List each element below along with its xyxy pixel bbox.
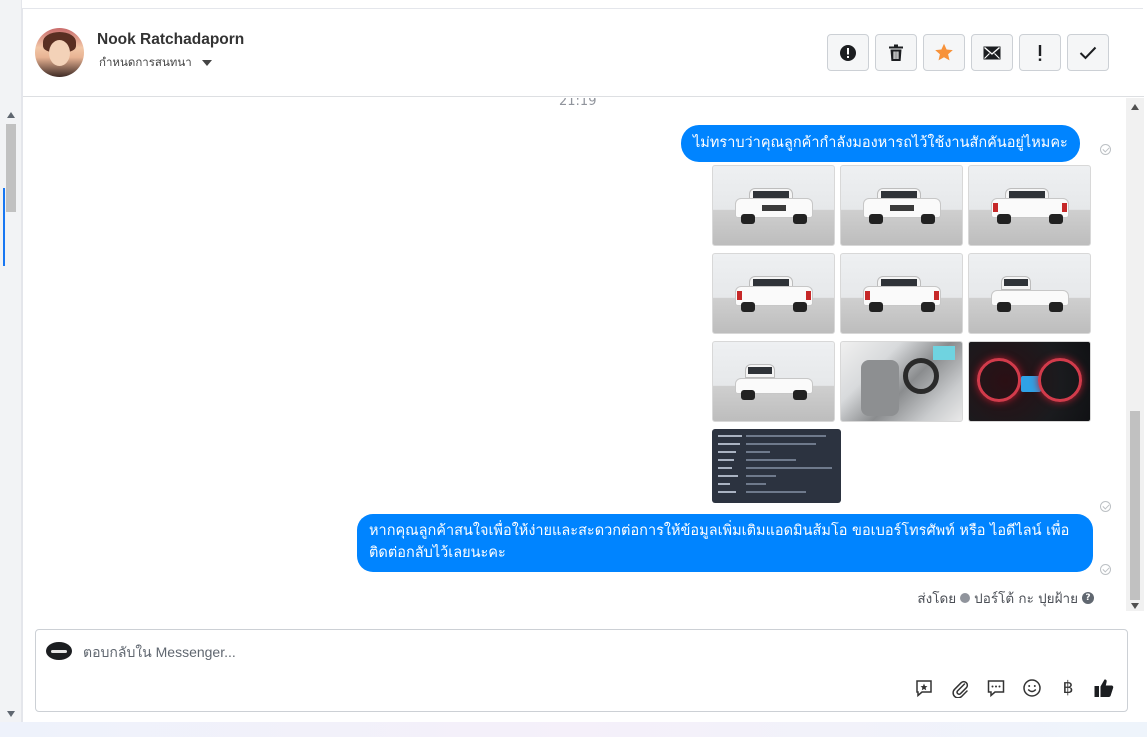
scroll-down-arrow-icon[interactable] <box>1131 603 1139 609</box>
conversation-header: Nook Ratchadaporn กำหนดการสนทนา <box>23 9 1144 97</box>
contact-name[interactable]: Nook Ratchadaporn <box>97 31 244 49</box>
car-photo[interactable] <box>840 341 963 422</box>
message-timestamp: 21:19 <box>559 98 597 109</box>
sent-by-name[interactable]: ปอร์โต้ กะ ปุยฝ้าย <box>974 587 1078 609</box>
thread-scrollbar[interactable] <box>1126 98 1144 611</box>
spam-icon <box>840 44 856 61</box>
smiley-icon <box>1023 679 1041 697</box>
caret-down-icon <box>201 60 212 66</box>
car-rear-image <box>863 276 941 312</box>
active-indicator <box>3 188 5 266</box>
steering-wheel-image <box>903 358 939 394</box>
scroll-up-arrow-icon[interactable] <box>1131 104 1139 110</box>
car-side-image <box>991 276 1069 312</box>
emoji-button[interactable] <box>1021 677 1043 699</box>
bottom-edge <box>0 722 1147 737</box>
mark-important-button[interactable] <box>1019 34 1061 71</box>
payment-button[interactable]: ฿ <box>1057 677 1079 699</box>
seen-check-icon <box>1100 501 1111 512</box>
reply-composer: ฿ <box>35 629 1128 712</box>
saved-reply-icon <box>916 680 932 698</box>
help-icon[interactable]: ? <box>1082 592 1094 604</box>
outgoing-message-2[interactable]: หากคุณลูกค้าสนใจเพื่อให้ง่ายและสะดวกต่อก… <box>357 514 1093 572</box>
important-icon <box>1038 44 1042 61</box>
left-scrollbar[interactable] <box>0 0 22 722</box>
attach-file-button[interactable] <box>949 677 971 699</box>
seen-check-icon <box>1100 564 1111 575</box>
star-icon <box>935 43 953 61</box>
conversation-panel: Nook Ratchadaporn กำหนดการสนทนา 21:19 ไม… <box>22 8 1144 722</box>
car-seat-image <box>861 360 899 416</box>
car-photo[interactable] <box>712 165 835 246</box>
message-thread[interactable]: 21:19 ไม่ทราบว่าคุณลูกค้ากำลังมองหารถไว้… <box>23 98 1144 629</box>
delete-button[interactable] <box>875 34 917 71</box>
verified-check-icon <box>960 593 971 603</box>
car-photo[interactable] <box>840 165 963 246</box>
car-rear-image <box>735 276 813 312</box>
reply-input[interactable] <box>83 641 883 663</box>
quick-reply-button[interactable] <box>985 677 1007 699</box>
page-logo-icon <box>46 642 72 660</box>
paperclip-icon <box>952 680 969 698</box>
sent-by-info: ส่งโดย ปอร์โต้ กะ ปุยฝ้าย ? <box>917 587 1094 609</box>
sent-by-label: ส่งโดย <box>917 591 957 607</box>
chat-bubble-icon <box>987 680 1005 698</box>
avatar-face <box>49 40 70 66</box>
scroll-up-arrow-icon[interactable] <box>7 112 15 118</box>
thread-scroll-thumb[interactable] <box>1130 411 1140 600</box>
dash-screen-image <box>933 346 955 360</box>
outgoing-message-1[interactable]: ไม่ทราบว่าคุณลูกค้ากำลังมองหารถไว้ใช้งาน… <box>681 125 1080 162</box>
composer-tools: ฿ <box>913 677 1115 699</box>
seen-check-icon <box>1100 144 1111 155</box>
car-photo[interactable] <box>712 253 835 334</box>
car-photo[interactable] <box>968 253 1091 334</box>
car-photo[interactable] <box>840 253 963 334</box>
speedometer-image <box>977 358 1021 402</box>
like-button[interactable] <box>1093 677 1115 699</box>
check-icon <box>1079 46 1097 59</box>
car-photo[interactable] <box>968 341 1091 422</box>
car-side-image <box>735 364 813 400</box>
car-photo[interactable] <box>712 341 835 422</box>
scroll-down-arrow-icon[interactable] <box>7 711 15 717</box>
car-front-image <box>863 188 941 224</box>
left-scroll-thumb[interactable] <box>6 124 16 212</box>
trash-icon <box>889 44 903 61</box>
spam-button[interactable] <box>827 34 869 71</box>
tachometer-image <box>1038 358 1082 402</box>
contact-avatar[interactable] <box>35 28 84 77</box>
car-photo[interactable] <box>968 165 1091 246</box>
star-button[interactable] <box>923 34 965 71</box>
mail-icon <box>983 46 1001 59</box>
mark-done-button[interactable] <box>1067 34 1109 71</box>
header-toolbar <box>827 34 1109 71</box>
car-front-image <box>735 188 813 224</box>
email-button[interactable] <box>971 34 1013 71</box>
saved-replies-button[interactable] <box>913 677 935 699</box>
baht-icon: ฿ <box>1062 678 1074 698</box>
thumbs-up-icon <box>1094 679 1114 697</box>
assign-conversation-dropdown[interactable]: กำหนดการสนทนา <box>99 54 212 72</box>
assign-label: กำหนดการสนทนา <box>99 55 192 69</box>
car-rear-image <box>991 188 1069 224</box>
spec-sheet-image[interactable] <box>712 429 841 503</box>
